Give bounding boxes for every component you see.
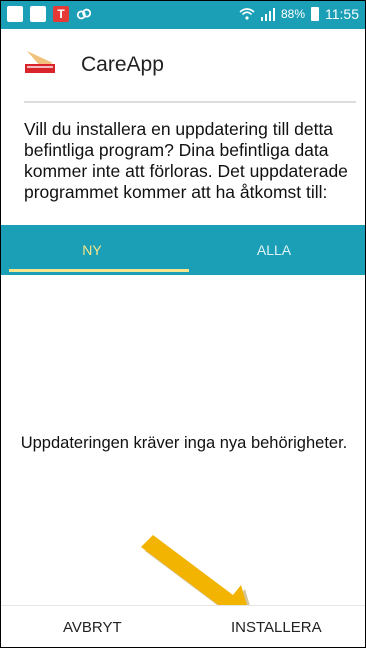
wifi-icon xyxy=(239,8,255,20)
message-icon xyxy=(30,6,46,22)
install-question: Vill du installera en uppdatering till d… xyxy=(24,119,348,202)
selected-tab-indicator xyxy=(9,269,189,272)
careapp-logo-icon xyxy=(25,51,55,73)
header-divider xyxy=(24,101,356,103)
screen-frame: T 88% 11:55 CareApp Vill du installera e… xyxy=(0,0,366,648)
image-icon xyxy=(7,6,23,22)
battery-icon xyxy=(311,7,319,21)
permissions-message: Uppdateringen kräver inga nya behörighet… xyxy=(20,434,348,452)
battery-percent: 88% xyxy=(280,7,305,21)
cancel-button[interactable]: AVBRYT xyxy=(63,606,122,647)
link-icon xyxy=(76,8,92,20)
app-header: CareApp xyxy=(1,29,365,101)
tab-alla[interactable]: ALLA xyxy=(183,225,365,275)
permission-tabs: NY ALLA xyxy=(1,225,365,275)
signal-icon xyxy=(260,8,275,21)
t-app-icon: T xyxy=(53,6,69,22)
status-time: 11:55 xyxy=(325,6,359,22)
status-bar: T 88% 11:55 xyxy=(1,1,365,29)
bottom-action-bar: AVBRYT INSTALLERA xyxy=(1,605,365,647)
install-button[interactable]: INSTALLERA xyxy=(231,606,322,647)
tab-ny[interactable]: NY xyxy=(1,225,183,275)
app-name: CareApp xyxy=(81,53,164,76)
